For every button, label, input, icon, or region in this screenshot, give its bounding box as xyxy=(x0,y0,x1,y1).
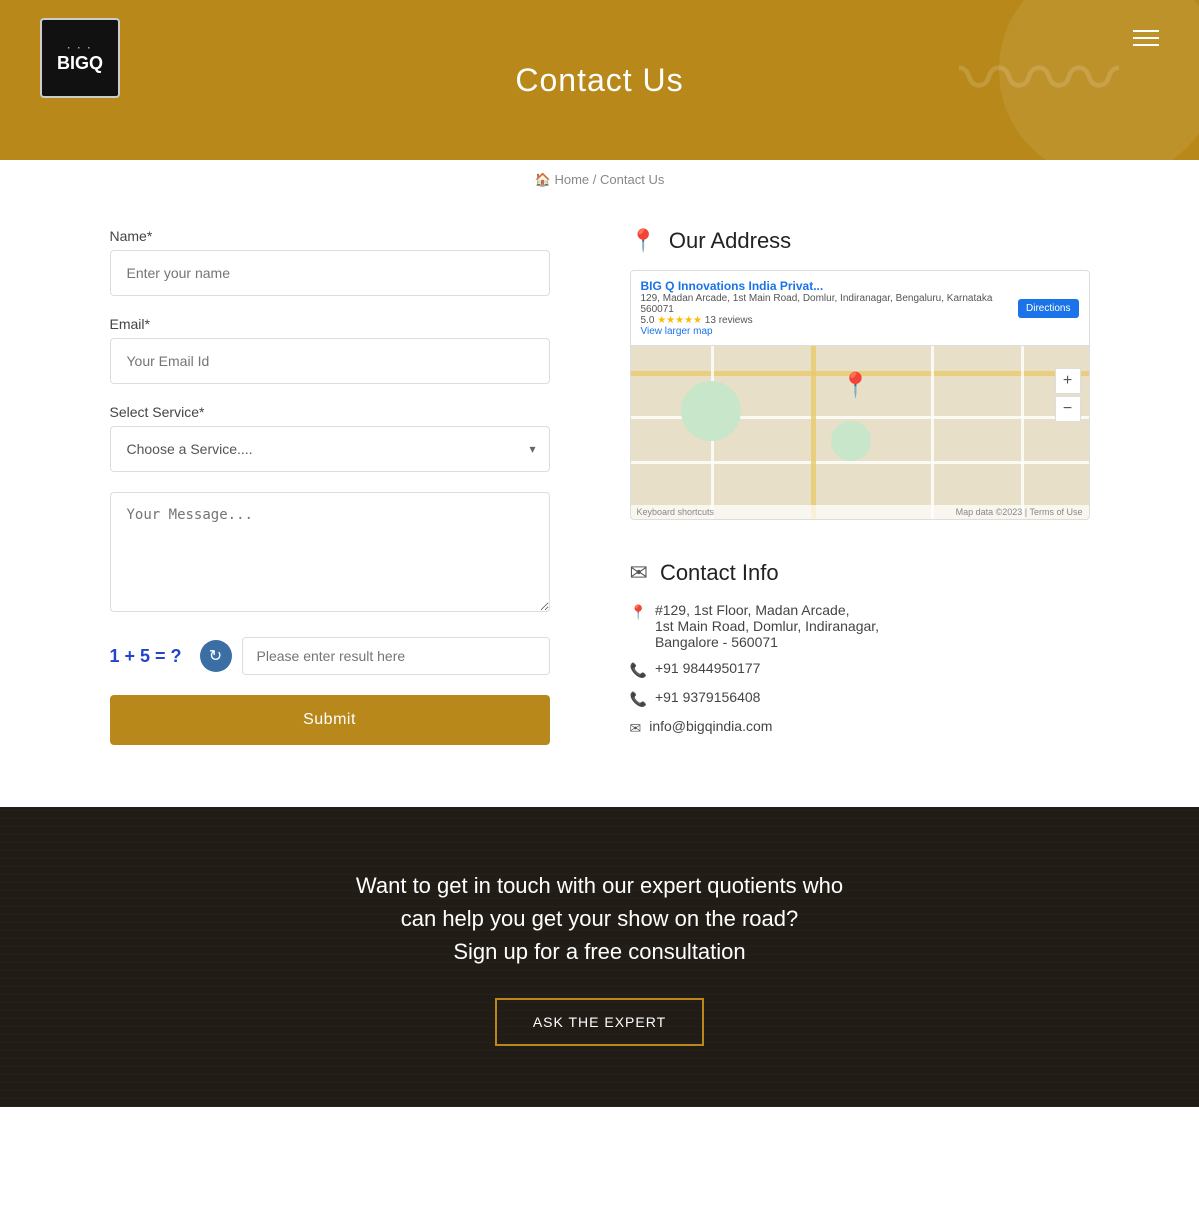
contact-form-section: Name* Email* Select Service* Choose a Se… xyxy=(110,228,550,745)
breadcrumb-current: Contact Us xyxy=(600,172,664,187)
banner-line3: Sign up for a free consultation xyxy=(453,939,745,964)
captcha-equation: 1 + 5 = ? xyxy=(110,646,190,667)
menu-button[interactable] xyxy=(1133,30,1159,46)
email-text: info@bigqindia.com xyxy=(649,718,772,734)
breadcrumb-home[interactable]: Home xyxy=(554,172,589,187)
map-biz-name: BIG Q Innovations India Privat... xyxy=(641,279,1019,293)
contact-info-section: ✉ Contact Info 📍 #129, 1st Floor, Madan … xyxy=(630,560,1090,737)
name-input[interactable] xyxy=(110,250,550,296)
phone-icon-2: 📞 xyxy=(630,691,647,708)
menu-line-3 xyxy=(1133,44,1159,46)
contact-email: ✉ info@bigqindia.com xyxy=(630,718,1090,737)
map-pin-icon: 📍 xyxy=(841,371,871,400)
main-content: Name* Email* Select Service* Choose a Se… xyxy=(50,228,1150,807)
directions-button[interactable]: Directions xyxy=(1018,299,1078,318)
address-section-title: 📍 Our Address xyxy=(630,228,1090,254)
contact-phone1: 📞 +91 9844950177 xyxy=(630,660,1090,679)
message-group xyxy=(110,492,550,617)
map-biz-address: 129, Madan Arcade, 1st Main Road, Domlur… xyxy=(641,293,1019,315)
captcha-input[interactable] xyxy=(242,637,550,675)
stars-icon: ★★★★★ xyxy=(657,315,702,326)
map-info-overlay: BIG Q Innovations India Privat... 129, M… xyxy=(631,271,1089,346)
map-biz-info: BIG Q Innovations India Privat... 129, M… xyxy=(641,279,1019,337)
map-container[interactable]: 📍 BIG Q Innovations India Privat... 129,… xyxy=(630,270,1090,520)
header: 〰〰 · · · BIGQ Contact Us xyxy=(0,0,1199,160)
message-textarea[interactable] xyxy=(110,492,550,612)
banner-heading: Want to get in touch with our expert quo… xyxy=(356,869,843,968)
home-icon: 🏠 xyxy=(535,172,551,187)
banner-line2: can help you get your show on the road? xyxy=(401,906,799,931)
email-input[interactable] xyxy=(110,338,550,384)
service-select[interactable]: Choose a Service.... Consulting Training… xyxy=(110,426,550,472)
location-pin-icon: 📍 xyxy=(630,228,657,254)
breadcrumb-separator: / xyxy=(593,172,597,187)
name-label: Name* xyxy=(110,228,550,244)
captcha-row: 1 + 5 = ? ↻ xyxy=(110,637,550,675)
menu-line-1 xyxy=(1133,30,1159,32)
ask-expert-button[interactable]: ASK THE EXPERT xyxy=(495,998,704,1046)
banner-text: Want to get in touch with our expert quo… xyxy=(356,869,843,1046)
map-green xyxy=(831,421,871,461)
view-larger-map-link[interactable]: View larger map xyxy=(641,326,1019,337)
rating-value: 5.0 xyxy=(641,315,655,326)
review-count: 13 reviews xyxy=(705,315,753,326)
breadcrumb-bar: 🏠 Home / Contact Us xyxy=(0,160,1199,188)
breadcrumb: 🏠 Home / Contact Us xyxy=(0,172,1199,188)
contact-address: 📍 #129, 1st Floor, Madan Arcade, 1st Mai… xyxy=(630,602,1090,650)
envelope-icon: ✉ xyxy=(630,720,642,737)
zoom-in-button[interactable]: + xyxy=(1055,368,1081,394)
header-decor-swirl: 〰〰 xyxy=(959,40,1119,120)
banner-line1: Want to get in touch with our expert quo… xyxy=(356,873,843,898)
map-green xyxy=(681,381,741,441)
contact-address-text: #129, 1st Floor, Madan Arcade, 1st Main … xyxy=(655,602,879,650)
email-label: Email* xyxy=(110,316,550,332)
name-group: Name* xyxy=(110,228,550,296)
map-inner: 📍 BIG Q Innovations India Privat... 129,… xyxy=(631,271,1089,519)
phone-icon-1: 📞 xyxy=(630,662,647,679)
contact-info-title-text: Contact Info xyxy=(660,560,779,586)
email-icon: ✉ xyxy=(630,560,648,586)
map-data-credit: Map data ©2023 | Terms of Use xyxy=(956,507,1083,517)
service-select-wrapper: Choose a Service.... Consulting Training… xyxy=(110,426,550,472)
email-group: Email* xyxy=(110,316,550,384)
phone2-text: +91 9379156408 xyxy=(655,689,761,705)
page-title: Contact Us xyxy=(515,62,683,99)
zoom-out-button[interactable]: − xyxy=(1055,396,1081,422)
logo-text: BIGQ xyxy=(57,54,103,74)
service-group: Select Service* Choose a Service.... Con… xyxy=(110,404,550,472)
phone1-text: +91 9844950177 xyxy=(655,660,761,676)
logo[interactable]: · · · BIGQ xyxy=(40,18,120,98)
map-bottom-bar: Keyboard shortcuts Map data ©2023 | Term… xyxy=(631,505,1089,519)
submit-button[interactable]: Submit xyxy=(110,695,550,745)
map-marker-icon: 📍 xyxy=(630,604,647,621)
contact-info-title: ✉ Contact Info xyxy=(630,560,1090,586)
logo-dots: · · · xyxy=(67,43,93,54)
map-keyboard-shortcuts: Keyboard shortcuts xyxy=(637,507,715,517)
bottom-banner: Want to get in touch with our expert quo… xyxy=(0,807,1199,1107)
menu-line-2 xyxy=(1133,37,1159,39)
map-rating: 5.0 ★★★★★ 13 reviews xyxy=(641,315,1019,326)
info-section: 📍 Our Address 📍 xyxy=(630,228,1090,747)
contact-phone2: 📞 +91 9379156408 xyxy=(630,689,1090,708)
address-title-text: Our Address xyxy=(669,228,791,254)
map-zoom-controls: + − xyxy=(1055,368,1081,422)
captcha-refresh-button[interactable]: ↻ xyxy=(200,640,232,672)
service-label: Select Service* xyxy=(110,404,550,420)
